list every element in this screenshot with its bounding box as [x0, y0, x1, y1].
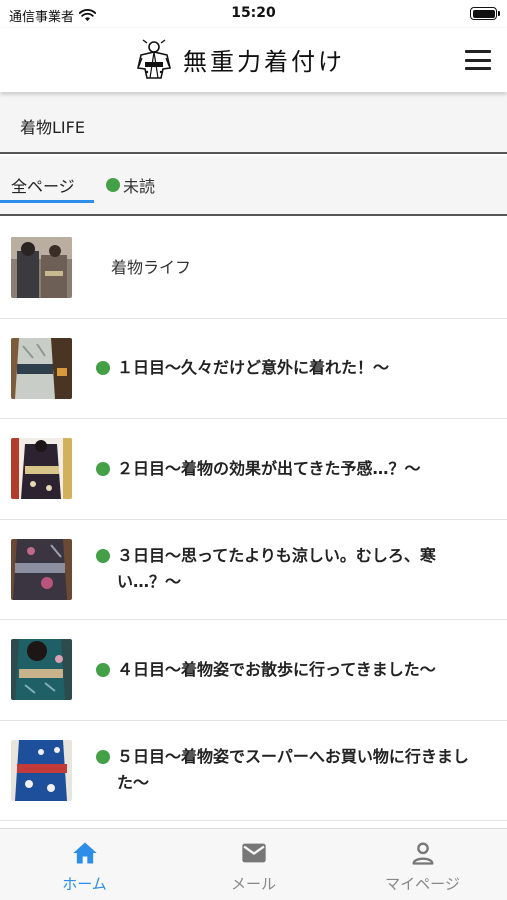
article-title: ４日目〜着物姿でお散歩に行ってきました〜	[117, 659, 436, 679]
article-thumbnail	[11, 337, 72, 399]
list-item[interactable]: ５日目〜着物姿でスーパーへお買い物に行きました〜	[0, 721, 507, 821]
list-item[interactable]: ３日目〜思ってたよりも涼しい。むしろ、寒い…？〜	[0, 520, 507, 620]
nav-mypage[interactable]: マイページ	[338, 839, 507, 894]
tab-all-pages-label: 全ページ	[11, 177, 75, 196]
filter-tabs: 全ページ 未読	[0, 156, 507, 216]
logo-kimono-icon	[137, 39, 171, 79]
unread-dot-icon	[96, 662, 110, 677]
article-content: ４日目〜着物姿でお散歩に行ってきました〜	[96, 657, 493, 683]
unread-dot-icon	[96, 549, 110, 564]
unread-dot-icon	[96, 461, 110, 476]
article-thumbnail	[11, 639, 72, 701]
nav-mypage-label: マイページ	[385, 875, 460, 893]
article-content: 着物ライフ	[96, 255, 493, 281]
mail-icon	[241, 843, 266, 863]
article-list: 着物ライフ １日目〜久々だけど意外に着れた！〜 ２日目〜着物の効果が出てきた予感…	[0, 218, 507, 828]
list-item[interactable]: １日目〜久々だけど意外に着れた！〜	[0, 319, 507, 419]
battery-level	[472, 9, 495, 18]
nav-home-label: ホーム	[62, 875, 107, 893]
article-thumbnail	[11, 237, 72, 299]
list-item[interactable]: ２日目〜着物の効果が出てきた予感…？〜	[0, 419, 507, 520]
page-title: 着物LIFE	[20, 118, 85, 137]
article-title: 着物ライフ	[111, 257, 192, 277]
person-icon	[412, 842, 433, 865]
app-header: 無重力着付け	[0, 28, 507, 92]
menu-line	[465, 67, 491, 70]
nav-mail[interactable]: メール	[169, 839, 338, 894]
menu-line	[465, 58, 491, 62]
article-content: ５日目〜着物姿でスーパーへお買い物に行きました〜	[96, 744, 493, 796]
tab-all-pages[interactable]: 全ページ	[11, 173, 75, 197]
app-logo[interactable]: 無重力着付け	[133, 38, 345, 80]
menu-line	[465, 50, 491, 53]
article-content: ２日目〜着物の効果が出てきた予感…？〜	[96, 456, 493, 482]
article-content: ３日目〜思ってたよりも涼しい。むしろ、寒い…？〜	[96, 543, 493, 595]
active-tab-indicator	[0, 200, 94, 203]
article-content: １日目〜久々だけど意外に着れた！〜	[96, 355, 493, 381]
unread-dot-icon	[96, 750, 110, 765]
list-item[interactable]: 着物ライフ	[0, 218, 507, 319]
unread-dot-icon	[106, 178, 120, 192]
page-title-bar: 着物LIFE	[0, 93, 507, 154]
unread-dot-icon	[96, 361, 110, 376]
battery-icon	[470, 7, 500, 20]
list-item[interactable]: ４日目〜着物姿でお散歩に行ってきました〜	[0, 620, 507, 721]
status-bar: 通信事業者 15:20	[0, 0, 507, 28]
logo-text: 無重力着付け	[183, 47, 345, 76]
article-thumbnail	[11, 739, 72, 801]
hamburger-menu-icon[interactable]	[465, 50, 491, 70]
tab-unread[interactable]: 未読	[106, 173, 155, 197]
nav-home[interactable]: ホーム	[0, 839, 169, 894]
bottom-nav: ホーム メール マイページ	[0, 828, 507, 900]
article-title: １日目〜久々だけど意外に着れた！〜	[117, 358, 390, 378]
tab-unread-label: 未読	[123, 177, 156, 196]
nav-mail-label: メール	[230, 875, 276, 893]
article-thumbnail	[11, 438, 72, 500]
battery-tip	[498, 11, 500, 16]
article-thumbnail	[11, 538, 72, 600]
status-time: 15:20	[231, 5, 276, 21]
article-title: ３日目〜思ってたよりも涼しい。むしろ、寒い…？〜	[117, 546, 436, 592]
article-title: ２日目〜着物の効果が出てきた予感…？〜	[117, 458, 421, 478]
home-icon	[72, 842, 97, 864]
article-title: ５日目〜着物姿でスーパーへお買い物に行きました〜	[117, 747, 469, 793]
